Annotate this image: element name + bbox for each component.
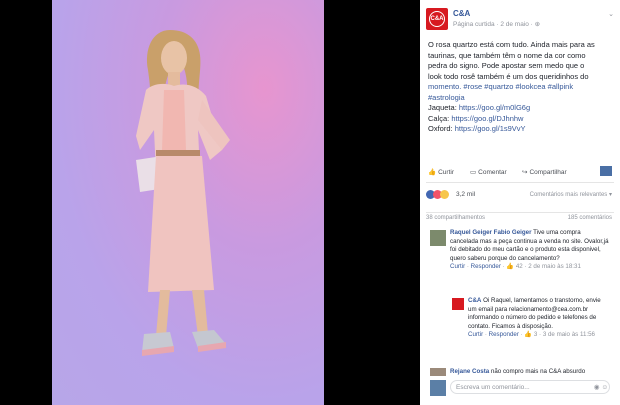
camera-icon[interactable]: ◉ (594, 384, 600, 391)
shares-count[interactable]: 38 compartilhamentos (426, 215, 485, 221)
post-meta: Página curtida · 2 de maio · ⊕ (453, 20, 540, 28)
like-icon: 👍 (524, 331, 533, 339)
logo-text: C&A (429, 11, 445, 27)
reactions-bar[interactable]: 3,2 mil Comentários mais relevantes ▾ (426, 190, 614, 202)
link-label: Calça: (428, 113, 452, 123)
like-icon: 👍 (428, 169, 437, 176)
post-text: O rosa quartzo está com tudo. Ainda mais… (428, 40, 614, 135)
comment-input[interactable]: Escreva um comentário... (450, 380, 610, 394)
comment-like-count: 3 (533, 331, 538, 339)
comment-like-button[interactable]: Curtir (450, 263, 465, 270)
comment-label: Comentar (478, 168, 507, 176)
like-label: Curtir (438, 168, 454, 176)
post-line: O rosa quartzo está com tudo. Ainda mais… (428, 40, 595, 49)
post-link[interactable]: https://goo.gl/1s9VvY (455, 124, 526, 133)
comment-like-button[interactable]: Curtir (468, 331, 483, 338)
comment-button[interactable]: ▭ Comentar (470, 168, 507, 177)
globe-icon: ⊕ (534, 21, 541, 28)
reply-item: C&A Oi Raquel, lamentamos o transtorno, … (468, 297, 610, 340)
comment-author[interactable]: C&A (468, 297, 481, 304)
avatar[interactable] (430, 230, 446, 246)
comment-author[interactable]: Raquel Geiger Fabio Geiger (450, 229, 532, 236)
comment-reply-button[interactable]: Responder (489, 331, 519, 338)
comment-like-count: 42 (515, 263, 523, 271)
share-label: Compartilhar (529, 168, 567, 176)
comment-meta: Curtir · Responder · 👍 42 · 2 de maio às… (450, 263, 581, 271)
page-logo[interactable]: C&A (426, 8, 448, 30)
post-hashtags[interactable]: #astrologia (428, 93, 614, 104)
post-meta-text: Página curtida · 2 de maio · (453, 21, 535, 28)
comment-author[interactable]: Rejane Costa (450, 368, 489, 375)
chevron-down-icon[interactable]: ⌄ (608, 10, 614, 18)
comment-text: Oi Raquel, lamentamos o transtorno, envi… (468, 297, 601, 330)
post-actions: 👍 Curtir ▭ Comentar ↪ Compartilhar (426, 166, 614, 183)
comment-time[interactable]: 3 de maio às 11:56 (543, 331, 595, 338)
reaction-count[interactable]: 3,2 mil (456, 191, 475, 198)
comment-text: não compro mais na C&A absurdo (489, 368, 586, 375)
comment-meta: Curtir · Responder · 👍 3 · 3 de maio às … (468, 331, 595, 339)
emoji-icon[interactable]: ☺ (601, 384, 608, 391)
post-line: look todo rosê também é um dos queridinh… (428, 71, 589, 81)
like-button[interactable]: 👍 Curtir (428, 168, 454, 177)
post-header: C&A C&A Página curtida · 2 de maio · ⊕ ⌄ (426, 8, 616, 32)
post-link[interactable]: https://goo.gl/m0lG6g (459, 103, 530, 112)
comment-item: Raquel Geiger Fabio Geiger Tive uma comp… (450, 229, 610, 272)
comment-icon: ▭ (470, 169, 477, 176)
comment-composer: Escreva um comentário... ◉ ☺ (430, 376, 612, 398)
avatar[interactable] (452, 298, 464, 310)
comment-time[interactable]: 2 de maio às 18:31 (528, 263, 581, 270)
post-hashtags[interactable]: momento. #rose #quartzo #lookcea #allpin… (428, 82, 614, 93)
photo-viewer[interactable] (0, 0, 420, 405)
post-stats: 38 compartilhamentos 185 comentários (426, 212, 614, 225)
composer-icons: ◉ ☺ (594, 383, 608, 391)
link-label: Jaqueta: (428, 103, 459, 112)
wow-reaction-icon (440, 190, 449, 199)
post-line: pedra do signo. Pode apostar sem medo qu… (428, 61, 585, 70)
like-icon: 👍 (506, 263, 515, 271)
comment-reply-button[interactable]: Responder (471, 263, 501, 270)
comment-sort-dropdown[interactable]: Comentários mais relevantes ▾ (530, 191, 612, 198)
avatar (430, 380, 446, 396)
share-button[interactable]: ↪ Compartilhar (522, 168, 567, 177)
post-line: taurinas, que também têm o nome da cor c… (428, 50, 586, 60)
model-photo (136, 30, 230, 356)
post-panel: C&A C&A Página curtida · 2 de maio · ⊕ ⌄… (420, 0, 620, 405)
share-icon: ↪ (522, 169, 528, 176)
post-link[interactable]: https://goo.gl/DJhnhw (451, 114, 523, 123)
link-label: Oxford: (428, 124, 455, 133)
comments-count[interactable]: 185 comentários (568, 215, 612, 221)
page-name[interactable]: C&A (453, 9, 470, 18)
share-preview-thumbnail[interactable] (600, 166, 612, 176)
